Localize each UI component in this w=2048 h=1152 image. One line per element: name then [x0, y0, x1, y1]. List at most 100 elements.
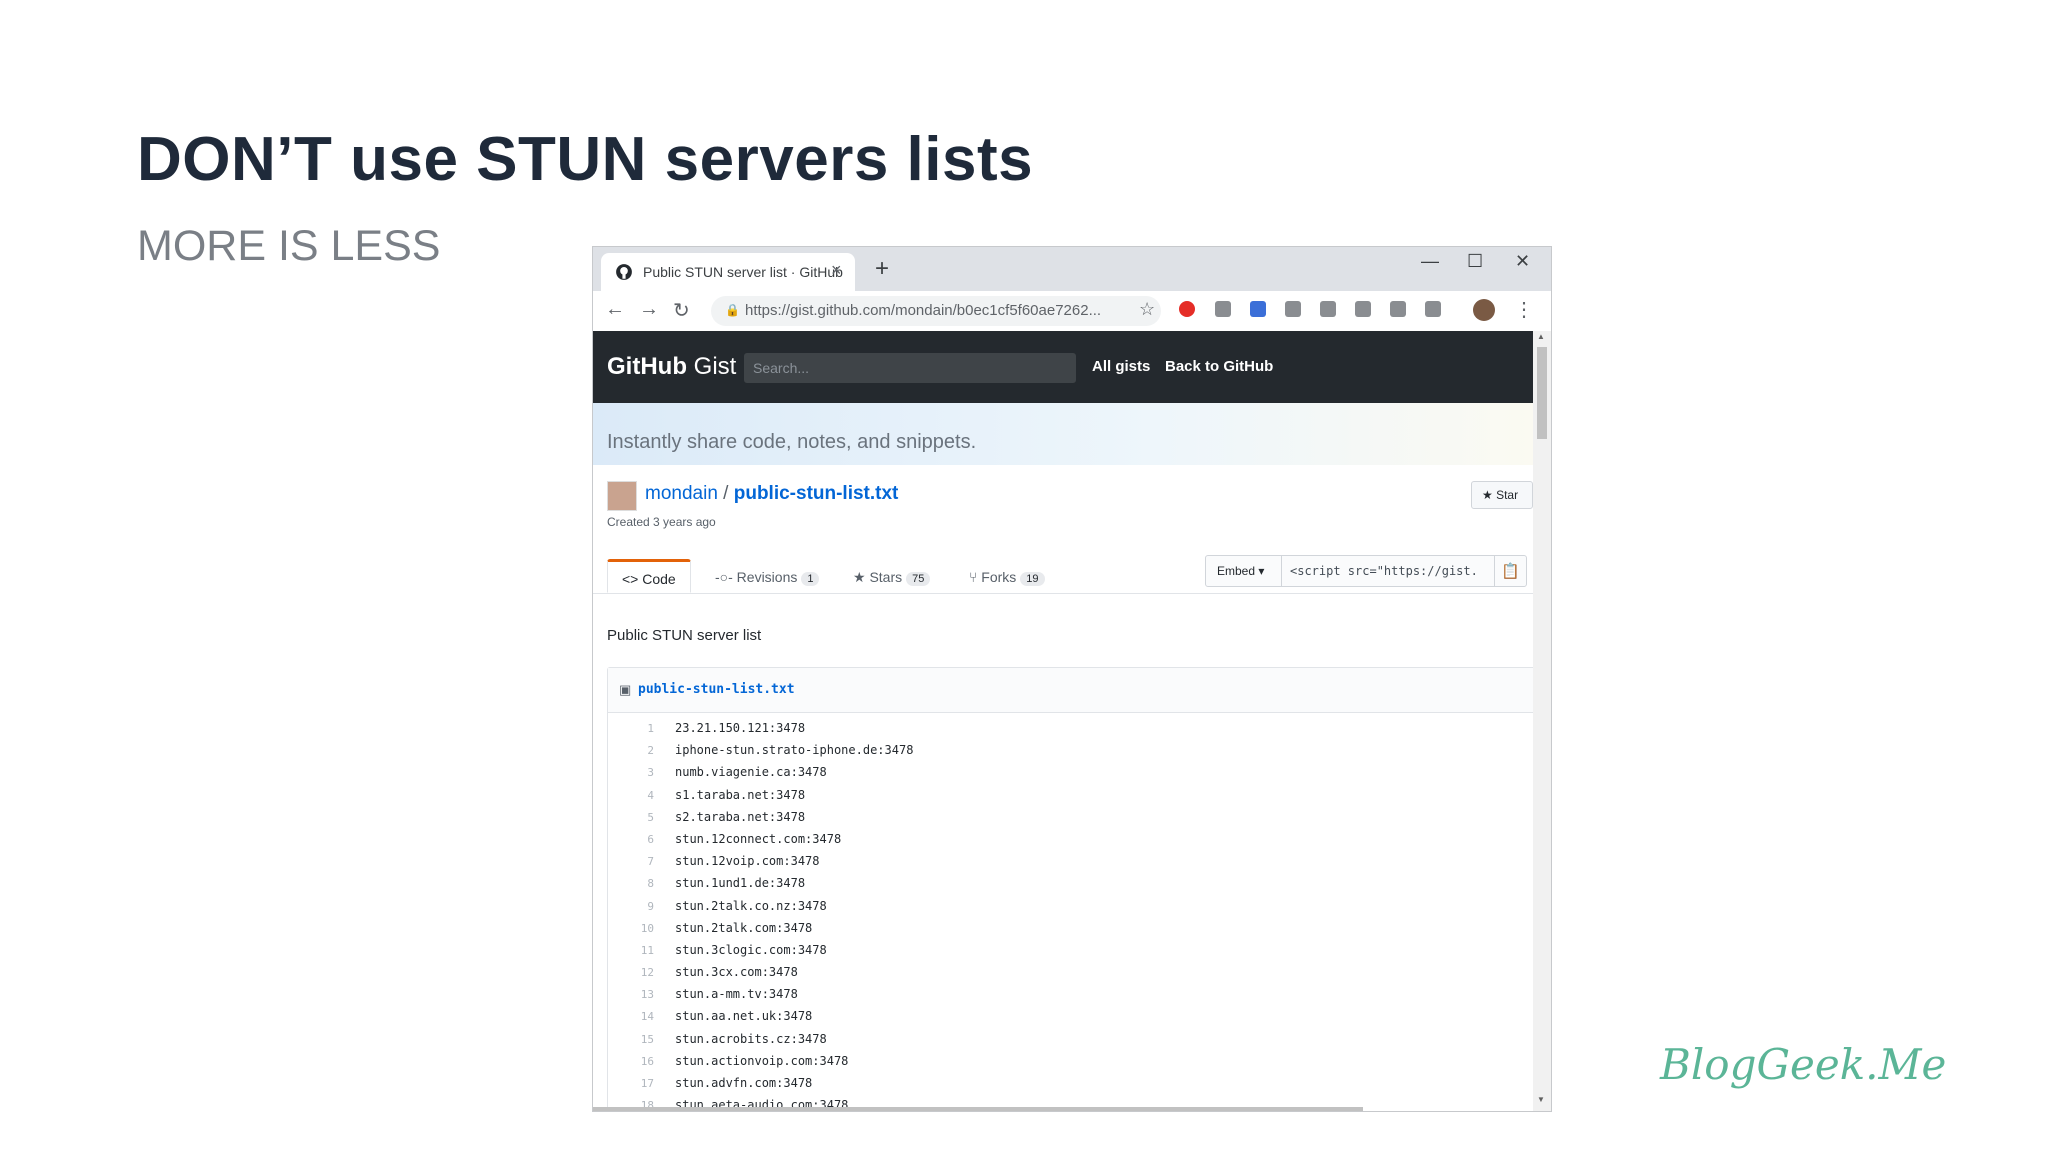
line-number[interactable]: 13 [608, 988, 654, 1001]
horizontal-scrollbar[interactable] [593, 1107, 1363, 1111]
tab-revisions[interactable]: -○- Revisions 1 [715, 569, 820, 603]
address-bar[interactable]: 🔒 https://gist.github.com/mondain/b0ec1c… [711, 296, 1161, 326]
vertical-scrollbar[interactable]: ▲ ▼ [1533, 331, 1551, 1111]
reload-icon[interactable]: ↻ [673, 298, 690, 323]
code-line: 15 stun.acrobits.cz:3478 [608, 1029, 1508, 1051]
code-line: 16 stun.actionvoip.com:3478 [608, 1051, 1508, 1073]
code-line: 13 stun.a-mm.tv:3478 [608, 984, 1508, 1006]
lock-icon: 🔒 [725, 303, 740, 317]
search-input[interactable]: Search... [744, 353, 1076, 383]
search-placeholder: Search... [753, 360, 810, 376]
tab-code-label: <> Code [622, 571, 676, 587]
line-number[interactable]: 1 [608, 722, 654, 735]
menu-icon[interactable]: ⋮ [1514, 297, 1534, 322]
profile-avatar[interactable] [1473, 299, 1495, 321]
owner-link[interactable]: mondain [645, 483, 718, 504]
maximize-button[interactable]: ☐ [1467, 251, 1483, 272]
line-number[interactable]: 16 [608, 1055, 654, 1068]
tab-revisions-label: -○- Revisions [715, 569, 798, 585]
line-number[interactable]: 8 [608, 877, 654, 890]
embed-dropdown[interactable]: Embed ▾ [1206, 556, 1282, 586]
translate-extension-icon[interactable] [1250, 301, 1266, 317]
gist-header: GitHub Gist Search... All gists Back to … [593, 331, 1533, 403]
new-tab-button[interactable]: + [875, 255, 889, 283]
line-content: stun.12connect.com:3478 [675, 831, 842, 846]
line-content: stun.2talk.com:3478 [675, 920, 813, 935]
embed-code-input[interactable]: <script src="https://gist. [1290, 564, 1478, 578]
tab-title: Public STUN server list · GitHub [643, 264, 843, 280]
extension-icon[interactable] [1390, 301, 1406, 317]
code-line: 1 23.21.150.121:3478 [608, 718, 1508, 740]
code-line: 7 stun.12voip.com:3478 [608, 851, 1508, 873]
line-content: stun.actionvoip.com:3478 [675, 1053, 849, 1068]
tab-strip: Public STUN server list · GitHub × + — ☐… [593, 247, 1551, 291]
owner-avatar[interactable] [607, 481, 637, 511]
scrollbar-thumb[interactable] [1537, 347, 1547, 439]
code-line: 9 stun.2talk.co.nz:3478 [608, 896, 1508, 918]
line-number[interactable]: 14 [608, 1010, 654, 1023]
line-number[interactable]: 6 [608, 833, 654, 846]
browser-window: Public STUN server list · GitHub × + — ☐… [592, 246, 1552, 1112]
line-number[interactable]: 11 [608, 944, 654, 957]
file-name-link[interactable]: public-stun-list.txt [638, 682, 795, 697]
revisions-count: 1 [801, 572, 820, 586]
tab-stars-label: ★ Stars [853, 569, 903, 585]
line-number[interactable]: 7 [608, 855, 654, 868]
bookmark-star-icon[interactable]: ☆ [1139, 299, 1155, 320]
logo-github: GitHub [607, 353, 687, 380]
file-code-icon: ▣ [619, 682, 632, 697]
extension-icon[interactable] [1285, 301, 1301, 317]
back-to-github-link[interactable]: Back to GitHub [1165, 358, 1273, 375]
slide-subtitle: MORE IS LESS [137, 222, 441, 270]
tab-stars[interactable]: ★ Stars 75 [853, 569, 931, 603]
line-number[interactable]: 5 [608, 811, 654, 824]
line-number[interactable]: 2 [608, 744, 654, 757]
slide-title: DON’T use STUN servers lists [137, 125, 1034, 194]
file-box: ▣ public-stun-list.txt 1 23.21.150.121:34… [607, 667, 1533, 1111]
browser-toolbar: ← → ↻ 🔒 https://gist.github.com/mondain/… [593, 291, 1551, 331]
extension-icon[interactable] [1425, 301, 1441, 317]
clipboard-icon[interactable]: 📋 [1494, 556, 1526, 586]
github-icon [616, 264, 632, 280]
gist-filename-link[interactable]: public-stun-list.txt [734, 483, 899, 504]
line-content: s1.taraba.net:3478 [675, 787, 806, 802]
line-number[interactable]: 12 [608, 966, 654, 979]
code-line: 3 numb.viagenie.ca:3478 [608, 762, 1508, 784]
star-button[interactable]: ★ Star [1471, 481, 1533, 509]
line-content: stun.3clogic.com:3478 [675, 942, 827, 957]
forward-icon[interactable]: → [639, 298, 659, 321]
hero-banner: Instantly share code, notes, and snippet… [593, 403, 1533, 465]
code-lines: 1 23.21.150.121:3478 2 iphone-stun.strato-i… [608, 718, 1508, 1111]
code-line: 10 stun.2talk.com:3478 [608, 918, 1508, 940]
minimize-button[interactable]: — [1421, 251, 1439, 272]
line-content: stun.2talk.co.nz:3478 [675, 898, 827, 913]
gist-logo[interactable]: GitHub Gist [607, 353, 736, 381]
close-window-button[interactable]: ✕ [1515, 251, 1530, 272]
extension-icon[interactable] [1355, 301, 1371, 317]
line-number[interactable]: 9 [608, 900, 654, 913]
all-gists-link[interactable]: All gists [1092, 358, 1150, 375]
code-line: 6 stun.12connect.com:3478 [608, 829, 1508, 851]
line-number[interactable]: 3 [608, 766, 654, 779]
camera-extension-icon[interactable] [1215, 301, 1231, 317]
extension-icon[interactable] [1320, 301, 1336, 317]
back-icon[interactable]: ← [605, 298, 625, 321]
line-content: iphone-stun.strato-iphone.de:3478 [675, 743, 914, 758]
line-number[interactable]: 10 [608, 922, 654, 935]
close-tab-icon[interactable]: × [831, 260, 842, 281]
line-content: stun.advfn.com:3478 [675, 1076, 813, 1090]
tab-forks[interactable]: ⑂ Forks 19 [969, 569, 1045, 603]
tab-forks-label: ⑂ Forks [969, 569, 1017, 585]
opera-extension-icon[interactable] [1179, 301, 1195, 317]
code-line: 14 stun.aa.net.uk:3478 [608, 1006, 1508, 1028]
line-number[interactable]: 15 [608, 1033, 654, 1046]
line-content: 23.21.150.121:3478 [675, 721, 806, 735]
code-line: 12 stun.3cx.com:3478 [608, 962, 1508, 984]
scroll-down-icon[interactable]: ▼ [1537, 1095, 1545, 1104]
forks-count: 19 [1020, 572, 1045, 586]
browser-tab[interactable]: Public STUN server list · GitHub × [601, 253, 855, 291]
line-number[interactable]: 4 [608, 789, 654, 802]
tab-code[interactable]: <> Code [607, 559, 691, 593]
scroll-up-icon[interactable]: ▲ [1537, 332, 1545, 341]
line-number[interactable]: 17 [608, 1077, 654, 1090]
